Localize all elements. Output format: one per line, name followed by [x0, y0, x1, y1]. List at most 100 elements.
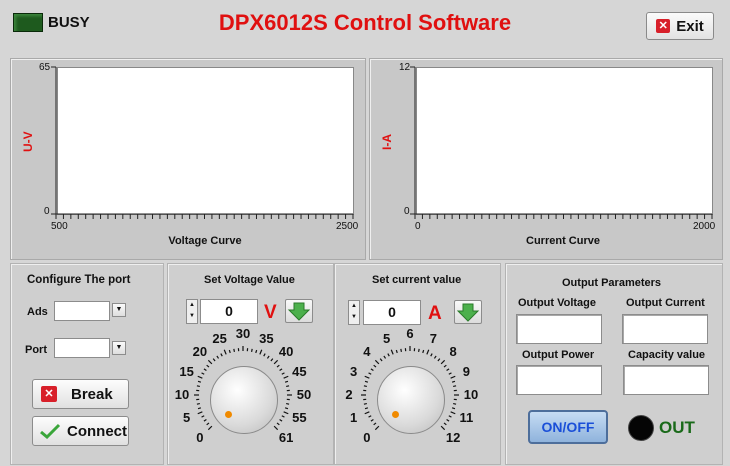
dial-tick: [383, 355, 387, 359]
capacity-value-field: [623, 365, 709, 395]
current-x-tick-right: 2000: [693, 221, 716, 232]
dial-tick: [207, 425, 213, 431]
dial-tick: [379, 358, 383, 362]
dial-tick: [196, 385, 200, 388]
dial-tick: [422, 349, 425, 354]
current-dial-label: 2: [345, 387, 353, 402]
dial-tick: [443, 422, 447, 426]
dial-tick: [283, 375, 289, 379]
dial-tick: [212, 358, 216, 362]
dial-tick: [374, 425, 380, 431]
dial-tick: [216, 355, 220, 359]
current-x-tick-left: 0: [415, 221, 421, 232]
current-dial-label: 4: [363, 343, 371, 359]
dial-tick: [430, 353, 433, 357]
ads-dropdown-arrow[interactable]: ▼: [112, 303, 126, 317]
port-config-title: Configure The port: [27, 274, 131, 286]
current-knob[interactable]: [377, 366, 445, 434]
current-axis: [410, 66, 713, 219]
dial-tick: [368, 415, 372, 418]
dial-tick: [233, 348, 236, 352]
dial-tick: [201, 415, 205, 418]
dial-tick: [279, 368, 283, 372]
onoff-button[interactable]: ON/OFF: [528, 410, 608, 444]
close-icon: ✕: [41, 386, 57, 402]
dial-tick: [220, 353, 223, 357]
exit-button[interactable]: ✕ Exit: [646, 12, 714, 40]
current-input[interactable]: 0: [363, 300, 421, 325]
voltage-knob[interactable]: [210, 366, 278, 434]
voltage-unit: V: [264, 302, 277, 323]
voltage-dial-label: 45: [292, 363, 307, 379]
dial-tick: [364, 411, 370, 415]
dial-tick: [450, 411, 456, 415]
dial-tick: [440, 425, 446, 431]
voltage-dial-label: 10: [174, 387, 190, 402]
current-dial-label: 7: [429, 330, 437, 346]
voltage-chart-xlabel: Voltage Curve: [168, 235, 242, 247]
dial-tick: [286, 385, 290, 388]
dial-tick: [453, 402, 457, 405]
dial-tick: [448, 415, 452, 418]
down-arrow-icon: [287, 302, 311, 321]
break-button[interactable]: ✕ Break: [32, 379, 129, 409]
exit-label: Exit: [676, 17, 704, 35]
dial-tick: [255, 349, 258, 354]
output-voltage-label: Output Voltage: [518, 297, 597, 309]
output-voltage-field: [516, 314, 602, 344]
dial-tick: [373, 422, 377, 426]
dial-tick: [374, 359, 380, 365]
dial-tick: [443, 364, 447, 368]
dial-tick: [203, 418, 207, 422]
current-spinner[interactable]: ▲ ▼: [348, 300, 360, 325]
current-dial-label: 12: [445, 430, 461, 446]
dial-tick: [451, 407, 456, 410]
connect-button[interactable]: Connect: [32, 416, 129, 446]
dial-tick: [363, 402, 367, 405]
current-unit: A: [428, 303, 442, 324]
dial-tick: [364, 380, 369, 383]
connect-label: Connect: [67, 422, 127, 440]
voltage-input[interactable]: 0: [200, 299, 258, 324]
voltage-dial-label: 35: [259, 330, 274, 346]
dial-tick: [250, 348, 253, 352]
dial-tick: [453, 385, 457, 388]
dial-tick: [273, 425, 279, 431]
current-dial-label: 8: [449, 343, 457, 359]
dial-tick: [276, 364, 280, 368]
dial-tick: [448, 372, 452, 375]
check-icon: [39, 423, 61, 440]
voltage-x-tick-left: 500: [51, 221, 68, 232]
voltage-spinner[interactable]: ▲ ▼: [186, 299, 198, 324]
dial-tick: [450, 375, 456, 379]
voltage-dial-label: 50: [296, 387, 312, 402]
set-voltage-title: Set Voltage Value: [204, 274, 295, 286]
port-dropdown-arrow[interactable]: ▼: [112, 341, 126, 355]
dial-tick: [390, 349, 394, 355]
current-dial-label: 10: [463, 387, 479, 402]
dial-tick: [446, 418, 450, 422]
dial-tick: [203, 368, 207, 372]
output-params-title: Output Parameters: [562, 277, 662, 289]
voltage-dial-label: 15: [179, 363, 194, 379]
app-title: DPX6012S Control Software: [218, 10, 512, 35]
dial-tick: [364, 375, 370, 379]
voltage-dial-label: 30: [235, 326, 251, 341]
break-label: Break: [71, 385, 113, 403]
dial-tick: [206, 364, 210, 368]
ads-select[interactable]: [54, 301, 110, 321]
dial-tick: [417, 348, 420, 352]
dial-tick: [197, 411, 203, 415]
current-dial-label: 6: [406, 326, 414, 341]
dial-tick: [284, 380, 289, 383]
apply-current-button[interactable]: [454, 300, 482, 324]
port-label: Port: [25, 344, 47, 356]
dial-tick: [197, 407, 202, 410]
dial-tick: [395, 349, 398, 354]
port-select[interactable]: [54, 338, 110, 358]
dial-tick: [206, 422, 210, 426]
apply-voltage-button[interactable]: [285, 299, 313, 323]
dial-tick: [228, 349, 231, 354]
dial-tick: [279, 418, 283, 422]
dial-tick: [270, 358, 274, 362]
